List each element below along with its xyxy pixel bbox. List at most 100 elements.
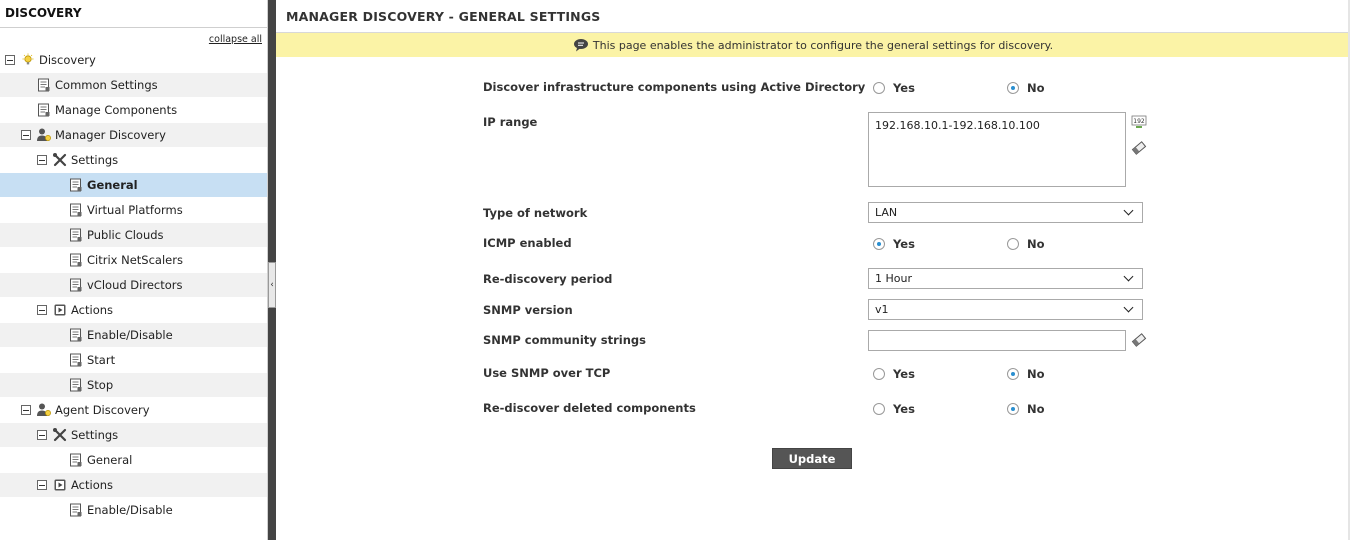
snmp-tcp-no-option[interactable]: No bbox=[1007, 367, 1045, 381]
tree-item-label: General bbox=[87, 178, 138, 192]
tree-item-label: Common Settings bbox=[55, 78, 158, 92]
icmp-no-radio[interactable] bbox=[1007, 238, 1019, 250]
page-icon bbox=[68, 352, 84, 368]
rediscover-deleted-yes-option[interactable]: Yes bbox=[873, 402, 915, 416]
select-value: v1 bbox=[875, 303, 889, 316]
snmp-tcp-yes-radio[interactable] bbox=[873, 368, 885, 380]
tree-item-label: Manage Components bbox=[55, 103, 178, 117]
sidebar-title: DISCOVERY bbox=[0, 0, 267, 28]
tree-item-agent-enable-disable[interactable]: Enable/Disable bbox=[0, 498, 267, 523]
tree-item-label: Public Clouds bbox=[87, 228, 164, 242]
update-button[interactable]: Update bbox=[772, 448, 852, 469]
tree-item-manager-discovery[interactable]: Manager Discovery bbox=[0, 123, 267, 148]
tree-item-manage-components[interactable]: Manage Components bbox=[0, 98, 267, 123]
rediscover-deleted-yes-radio[interactable] bbox=[873, 403, 885, 415]
rediscovery-period-select[interactable]: 1 Hour bbox=[868, 268, 1143, 289]
info-text: This page enables the administrator to c… bbox=[592, 38, 1054, 52]
icmp-label: ICMP enabled bbox=[483, 236, 572, 250]
tree-item-enable-disable[interactable]: Enable/Disable bbox=[0, 323, 267, 348]
tree-item-agent-discovery[interactable]: Agent Discovery bbox=[0, 398, 267, 423]
main-panel: MANAGER DISCOVERY - GENERAL SETTINGS Thi… bbox=[276, 0, 1350, 540]
active-directory-label: Discover infrastructure components using… bbox=[483, 80, 866, 94]
tree-item-label: Actions bbox=[71, 478, 114, 492]
eraser-icon[interactable] bbox=[1131, 332, 1147, 351]
active-directory-no-radio[interactable] bbox=[1007, 82, 1019, 94]
snmp-tcp-no-radio[interactable] bbox=[1007, 368, 1019, 380]
tree-item-label: Stop bbox=[87, 378, 114, 392]
rediscovery-period-label: Re-discovery period bbox=[483, 272, 613, 286]
wrench-screwdriver-icon bbox=[52, 427, 68, 443]
tree-item-label: Enable/Disable bbox=[87, 328, 173, 342]
chevron-down-icon bbox=[1123, 302, 1134, 313]
snmp-community-input[interactable] bbox=[868, 330, 1126, 351]
page-icon bbox=[68, 177, 84, 193]
collapse-toggle-icon[interactable] bbox=[37, 155, 47, 165]
tree-item-general[interactable]: General bbox=[0, 173, 267, 198]
user-bulb-icon bbox=[36, 402, 52, 418]
tree-item-label: Settings bbox=[71, 153, 119, 167]
snmp-version-label: SNMP version bbox=[483, 303, 573, 317]
rediscover-deleted-no-radio[interactable] bbox=[1007, 403, 1019, 415]
tree-item-virtual-platforms[interactable]: Virtual Platforms bbox=[0, 198, 267, 223]
user-bulb-icon bbox=[36, 127, 52, 143]
radio-label: No bbox=[1027, 402, 1045, 416]
radio-label: No bbox=[1027, 237, 1045, 251]
network-type-label: Type of network bbox=[483, 206, 588, 220]
collapse-toggle-icon[interactable] bbox=[21, 405, 31, 415]
active-directory-yes-option[interactable]: Yes bbox=[873, 81, 915, 95]
sidebar-splitter[interactable]: ‹ bbox=[268, 0, 276, 540]
tree-item-discovery[interactable]: Discovery bbox=[0, 48, 267, 73]
collapse-toggle-icon[interactable] bbox=[37, 305, 47, 315]
page-icon bbox=[68, 502, 84, 518]
snmp-tcp-yes-option[interactable]: Yes bbox=[873, 367, 915, 381]
tree-item-common-settings[interactable]: Common Settings bbox=[0, 73, 267, 98]
tree-item-agent-general[interactable]: General bbox=[0, 448, 267, 473]
tree-item-start[interactable]: Start bbox=[0, 348, 267, 373]
chevron-down-icon bbox=[1123, 271, 1134, 282]
collapse-toggle-icon[interactable] bbox=[5, 55, 15, 65]
tree-item-settings[interactable]: Settings bbox=[0, 148, 267, 173]
page-icon bbox=[68, 227, 84, 243]
tree-item-public-clouds[interactable]: Public Clouds bbox=[0, 223, 267, 248]
collapse-sidebar-handle[interactable]: ‹ bbox=[268, 262, 276, 308]
ip-range-label: IP range bbox=[483, 115, 538, 129]
collapse-toggle-icon[interactable] bbox=[37, 430, 47, 440]
icmp-no-option[interactable]: No bbox=[1007, 237, 1045, 251]
active-directory-no-option[interactable]: No bbox=[1007, 81, 1045, 95]
tree-item-actions[interactable]: Actions bbox=[0, 298, 267, 323]
info-banner: This page enables the administrator to c… bbox=[276, 33, 1350, 57]
tree-item-agent-actions[interactable]: Actions bbox=[0, 473, 267, 498]
icmp-yes-radio[interactable] bbox=[873, 238, 885, 250]
tree-item-label: Start bbox=[87, 353, 116, 367]
snmp-version-select[interactable]: v1 bbox=[868, 299, 1143, 320]
tree-item-label: General bbox=[87, 453, 133, 467]
tree-item-label: Discovery bbox=[39, 53, 96, 67]
collapse-toggle-icon[interactable] bbox=[37, 480, 47, 490]
page-icon bbox=[68, 252, 84, 268]
select-value: LAN bbox=[875, 206, 898, 219]
chevron-down-icon bbox=[1123, 205, 1134, 216]
chevron-left-icon: ‹ bbox=[270, 280, 274, 290]
collapse-toggle-icon[interactable] bbox=[21, 130, 31, 140]
tree-item-agent-settings[interactable]: Settings bbox=[0, 423, 267, 448]
tree-item-stop[interactable]: Stop bbox=[0, 373, 267, 398]
ip-range-textarea[interactable]: 192.168.10.1-192.168.10.100 bbox=[868, 112, 1126, 187]
wrench-screwdriver-icon bbox=[52, 152, 68, 168]
play-box-icon bbox=[52, 477, 68, 493]
select-value: 1 Hour bbox=[875, 272, 912, 285]
eraser-icon[interactable] bbox=[1131, 140, 1147, 159]
page-title: MANAGER DISCOVERY - GENERAL SETTINGS bbox=[276, 0, 1350, 33]
tree-item-label: Settings bbox=[71, 428, 119, 442]
tree-item-label: Manager Discovery bbox=[55, 128, 166, 142]
radio-label: No bbox=[1027, 81, 1045, 95]
tree-item-citrix-netscalers[interactable]: Citrix NetScalers bbox=[0, 248, 267, 273]
tree-item-label: Citrix NetScalers bbox=[87, 253, 183, 267]
active-directory-yes-radio[interactable] bbox=[873, 82, 885, 94]
tree-item-label: Virtual Platforms bbox=[87, 203, 183, 217]
rediscover-deleted-no-option[interactable]: No bbox=[1007, 402, 1045, 416]
tree-item-vcloud-directors[interactable]: vCloud Directors bbox=[0, 273, 267, 298]
network-type-select[interactable]: LAN bbox=[868, 202, 1143, 223]
icmp-yes-option[interactable]: Yes bbox=[873, 237, 915, 251]
ip-192-icon[interactable]: 192 bbox=[1131, 114, 1147, 133]
collapse-all-link[interactable]: collapse all bbox=[209, 34, 262, 45]
